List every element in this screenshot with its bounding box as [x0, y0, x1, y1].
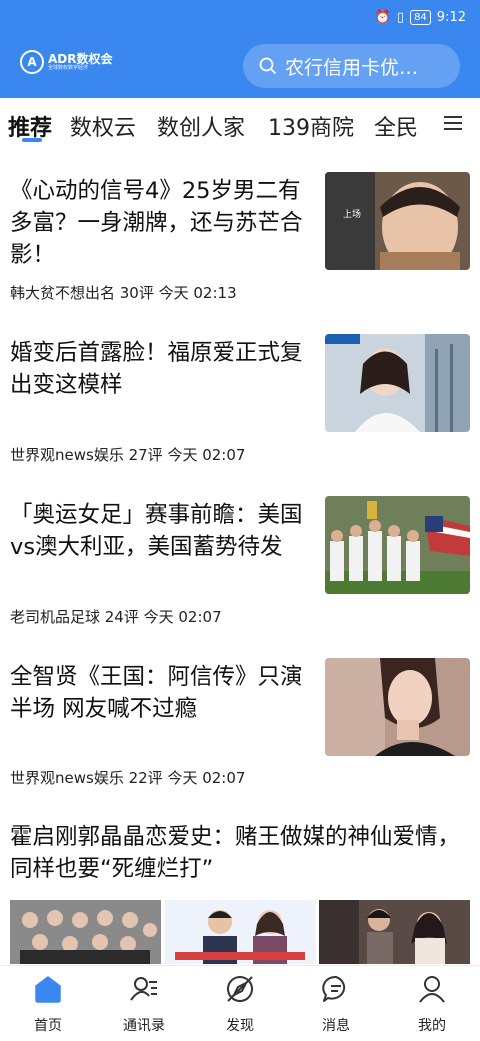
logo-subtext: 全球数权数字经济: [48, 65, 89, 71]
news-title[interactable]: 「奥运女足」赛事前瞻：美国vs澳大利亚，美国蓄势待发: [10, 499, 310, 563]
logo-text: ADR数权会: [48, 52, 113, 66]
app-logo: A ADR数权会 全球数权数字经济: [20, 50, 113, 74]
nav-home-label: 首页: [34, 1018, 62, 1034]
news-thumbnail[interactable]: 上场: [325, 172, 470, 270]
clock: 9:12: [436, 9, 466, 25]
news-thumbnail[interactable]: [319, 900, 470, 964]
nav-messages[interactable]: 消息: [288, 966, 384, 1041]
news-thumbnail[interactable]: [165, 900, 316, 964]
home-icon: [35, 976, 61, 1003]
discover-icon: [227, 976, 253, 1002]
status-bar: ⏰ ▯ 84 9:12: [375, 6, 466, 28]
category-tabs: 推荐 数权云 数创人家 139商院 全民: [0, 98, 480, 148]
svg-text:上场: 上场: [343, 209, 361, 220]
tab-shuquanyun[interactable]: 数权云: [70, 110, 136, 142]
news-thumbnail[interactable]: [10, 900, 161, 964]
nav-contacts-label: 通讯录: [123, 1018, 165, 1034]
message-icon: [322, 975, 346, 1002]
search-icon: [259, 57, 277, 75]
nav-discover[interactable]: 发现: [192, 966, 288, 1041]
tab-fade: [415, 98, 437, 148]
active-tab-indicator: [22, 138, 42, 142]
nav-home[interactable]: 首页: [0, 966, 96, 1041]
news-title[interactable]: 婚变后首露脸！福原爱正式复出变这模样: [10, 337, 310, 401]
contacts-icon: [130, 977, 157, 1001]
logo-emblem-icon: A: [20, 50, 44, 74]
search-bar[interactable]: 农行信用卡优…: [243, 44, 460, 88]
tab-139-shangyuan[interactable]: 139商院: [268, 110, 354, 142]
battery-indicator: 84: [410, 9, 431, 25]
news-thumbnail[interactable]: [325, 658, 470, 756]
vibrate-icon: ▯: [396, 9, 405, 25]
news-title[interactable]: 全智贤《王国：阿信传》只演半场 网友喊不过瘾: [10, 661, 310, 725]
profile-icon: [419, 976, 445, 1003]
news-meta: 韩大贫不想出名 30评 今天 02:13: [10, 284, 237, 302]
tab-menu-icon[interactable]: [442, 112, 464, 132]
nav-contacts[interactable]: 通讯录: [96, 966, 192, 1041]
news-title[interactable]: 《心动的信号4》25岁男二有多富？一身潮牌，还与苏芒合影！: [10, 175, 310, 271]
alarm-icon: ⏰: [374, 9, 391, 25]
nav-messages-label: 消息: [322, 1018, 350, 1034]
nav-profile-label: 我的: [418, 1018, 446, 1034]
nav-discover-label: 发现: [226, 1018, 254, 1034]
tab-quanmin[interactable]: 全民: [374, 110, 418, 142]
news-title[interactable]: 霍启刚郭晶晶恋爱史：赌王做媒的神仙爱情，同样也要“死缠烂打”: [10, 821, 470, 885]
bottom-nav: 首页 通讯录 发现 消息 我的: [0, 965, 480, 1041]
search-placeholder: 农行信用卡优…: [285, 56, 419, 79]
nav-profile[interactable]: 我的: [384, 966, 480, 1041]
news-thumbnail[interactable]: [325, 334, 470, 432]
app-header: ⏰ ▯ 84 9:12 A ADR数权会 全球数权数字经济 农行信用卡优…: [0, 0, 480, 98]
tab-shuchuangrenjia[interactable]: 数创人家: [157, 110, 245, 142]
news-meta: 世界观news娱乐 22评 今天 02:07: [10, 769, 246, 787]
news-thumbnail[interactable]: [325, 496, 470, 594]
news-meta: 世界观news娱乐 27评 今天 02:07: [10, 446, 246, 464]
news-meta: 老司机品足球 24评 今天 02:07: [10, 608, 222, 626]
